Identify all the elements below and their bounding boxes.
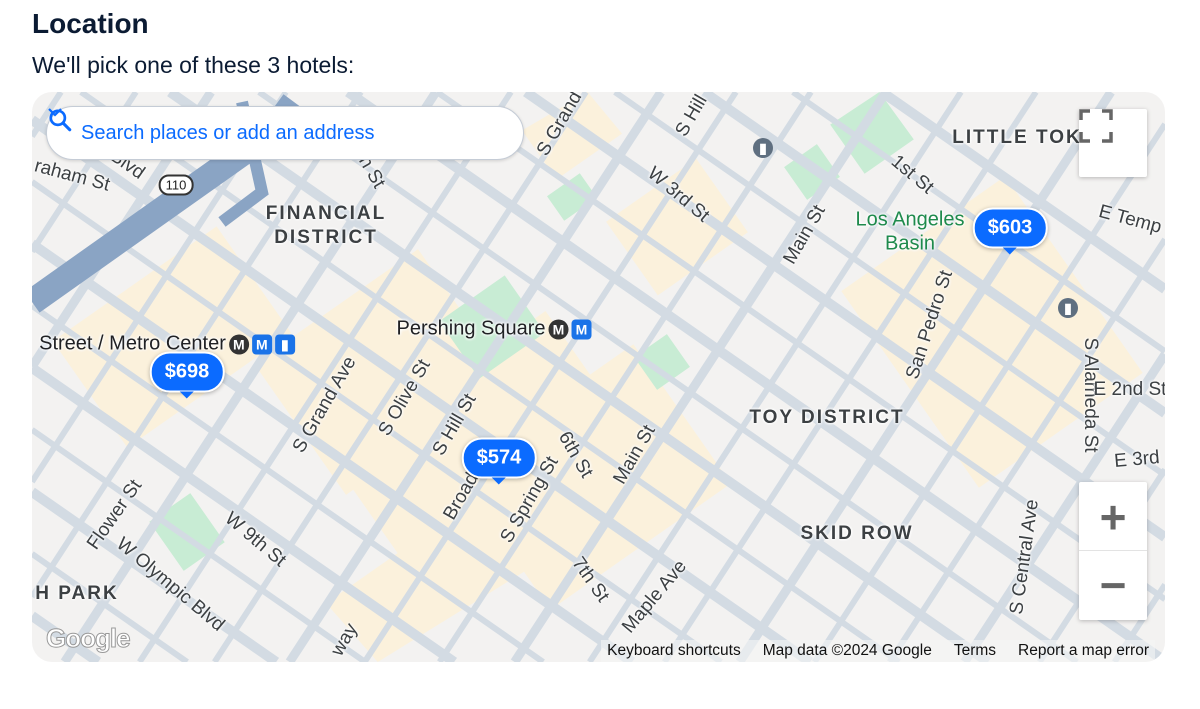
hotel-price-marker[interactable]: $574 bbox=[461, 437, 537, 485]
fullscreen-icon bbox=[1079, 109, 1113, 143]
zoom-in-button[interactable]: + bbox=[1079, 483, 1147, 551]
poi-pershing-square[interactable]: Pershing Square M M bbox=[397, 318, 592, 341]
search-placeholder: Search places or add an address bbox=[81, 121, 375, 144]
park-label: Los Angeles bbox=[855, 208, 965, 231]
street-label: E 3rd bbox=[1113, 447, 1161, 472]
district-label: LITTLE TOK bbox=[952, 127, 1082, 148]
hotel-price-marker[interactable]: $698 bbox=[149, 351, 225, 399]
map-data-text: Map data ©2024 Google bbox=[762, 642, 932, 659]
fullscreen-button[interactable] bbox=[1079, 109, 1147, 177]
chevron-down-icon[interactable] bbox=[47, 107, 63, 117]
google-logo[interactable]: Google bbox=[46, 623, 132, 654]
zoom-out-button[interactable]: − bbox=[1079, 551, 1147, 619]
metro-icon: M bbox=[571, 319, 592, 340]
highway-shield: 110 bbox=[158, 174, 194, 196]
district-label: TOY DISTRICT bbox=[749, 407, 905, 428]
district-label: H PARK bbox=[35, 583, 119, 604]
keyboard-shortcuts-link[interactable]: Keyboard shortcuts bbox=[607, 642, 741, 660]
tram-icon: ▮ bbox=[274, 334, 295, 355]
district-label: DISTRICT bbox=[274, 227, 378, 248]
map[interactable]: Blvd raham St th St S Grand S Hill W 3rd… bbox=[32, 92, 1165, 662]
report-error-link[interactable]: Report a map error bbox=[1018, 642, 1149, 660]
search-input[interactable]: Search places or add an address bbox=[46, 106, 524, 160]
street-label: E 2nd St bbox=[1093, 379, 1165, 400]
tram-icon: ▮ bbox=[753, 138, 773, 158]
section-title: Location bbox=[32, 8, 149, 39]
terms-link[interactable]: Terms bbox=[954, 642, 996, 660]
hotel-price-marker[interactable]: $603 bbox=[972, 207, 1048, 255]
district-label: FINANCIAL bbox=[265, 203, 387, 224]
zoom-controls: + − bbox=[1079, 482, 1147, 620]
metro-icon: M bbox=[548, 319, 569, 340]
park-label: Basin bbox=[884, 232, 936, 255]
section-subtitle: We'll pick one of these 3 hotels: bbox=[32, 52, 355, 78]
district-label: SKID ROW bbox=[800, 523, 914, 544]
map-attribution: Keyboard shortcuts Map data ©2024 Google… bbox=[601, 640, 1155, 662]
metro-icon: M bbox=[228, 334, 249, 355]
tram-icon: ▮ bbox=[1058, 298, 1078, 318]
metro-icon: M bbox=[251, 334, 272, 355]
